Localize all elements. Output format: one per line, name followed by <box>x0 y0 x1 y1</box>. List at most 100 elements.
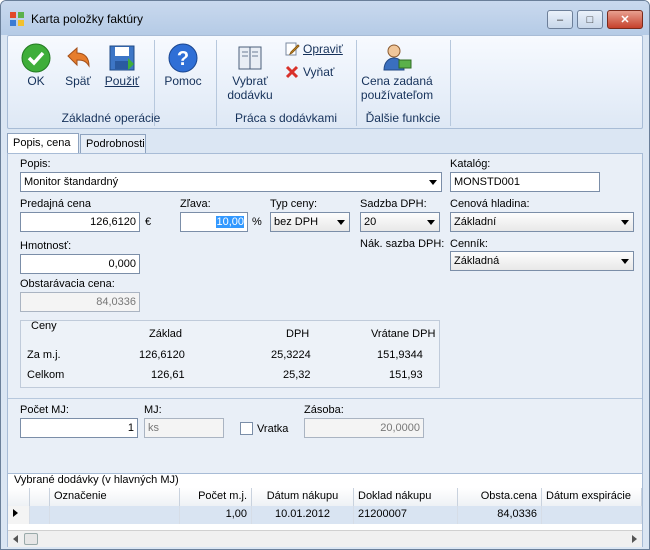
col-pocet[interactable]: Počet m.j. <box>180 488 252 506</box>
vybrat-label-1: Vybrať <box>232 74 268 88</box>
zasoba-field: 20,0000 <box>304 418 424 438</box>
pomoc-button[interactable]: ? Pomoc <box>160 42 206 88</box>
group-praca: Práca s dodávkami <box>234 111 338 125</box>
popis-label: Popis: <box>20 158 51 170</box>
app-icon <box>10 12 24 26</box>
pouzit-button[interactable]: Použiť <box>100 42 144 88</box>
cennik-select[interactable]: Základná <box>450 251 634 271</box>
cennik-value: Základná <box>454 255 500 267</box>
katalog-label: Katalóg: <box>450 158 491 170</box>
undo-arrow-icon <box>67 46 90 68</box>
za-mj-dph: 25,3224 <box>271 349 311 361</box>
nak-sadzba-label: Nák. sazba DPH: <box>360 238 445 250</box>
sadzba-select[interactable]: 20 <box>360 212 440 232</box>
scroll-thumb[interactable] <box>24 533 38 545</box>
cena-label-1: Cena zadaná <box>361 74 433 88</box>
check-icon <box>21 43 51 73</box>
dialog-window: Karta položky faktúry – □ ✕ OK Späť Použ… <box>0 0 650 550</box>
vyniat-button[interactable]: Vyňať <box>284 64 334 80</box>
popis-value: Monitor štandardný <box>24 176 119 188</box>
vyniat-label: Vyňať <box>303 65 335 79</box>
svg-text:?: ? <box>177 48 189 70</box>
save-disk-icon <box>109 45 135 71</box>
currency-label: € <box>145 216 152 228</box>
maximize-button[interactable]: □ <box>577 10 603 29</box>
spat-button[interactable]: Späť <box>58 42 98 88</box>
grid-header-blank <box>30 488 50 506</box>
opravit-label: Opraviť <box>303 42 343 56</box>
row-za-mj-label: Za m.j. <box>27 349 61 361</box>
ribbon-toolbar: OK Späť Použiť ? Pomoc Základné operácie… <box>7 35 643 129</box>
row-celkom-label: Celkom <box>27 369 65 381</box>
ok-label: OK <box>27 74 45 88</box>
row-pointer-icon <box>13 509 18 517</box>
zlava-field[interactable]: 10,00 <box>180 212 248 232</box>
zasoba-label: Zásoba: <box>304 404 344 416</box>
ceny-title: Ceny <box>31 320 57 332</box>
col-obsta-cena[interactable]: Obsta.cena <box>458 488 542 506</box>
popis-field[interactable]: Monitor štandardný <box>20 172 442 192</box>
sadzba-value: 20 <box>364 216 377 228</box>
mj-field: ks <box>144 418 224 438</box>
grid-cell[interactable] <box>30 506 50 524</box>
predajna-cena-field[interactable]: 126,6120 <box>20 212 140 232</box>
col-oznacenie[interactable]: Označenie <box>50 488 180 506</box>
horizontal-scrollbar[interactable] <box>8 530 642 547</box>
typ-ceny-value: bez DPH <box>274 216 319 228</box>
cell-obsta-cena[interactable]: 84,0336 <box>458 506 542 524</box>
ok-button[interactable]: OK <box>14 42 58 88</box>
chevron-down-icon <box>427 220 435 225</box>
cell-datum-exspiracie[interactable] <box>542 506 642 524</box>
hladina-value: Základní <box>454 216 497 228</box>
celkom-zaklad: 126,61 <box>151 369 185 381</box>
user-price-icon <box>383 44 412 71</box>
title-bar: Karta položky faktúry – □ ✕ <box>1 1 649 35</box>
cennik-label: Cenník: <box>450 238 488 250</box>
pouzit-label: Použiť <box>104 74 140 88</box>
ceny-groupbox: Ceny Základ DPH Vrátane DPH Za m.j. 126,… <box>20 320 440 388</box>
typ-ceny-select[interactable]: bez DPH <box>270 212 350 232</box>
cena-zadana-button[interactable]: Cena zadaná používateľom <box>352 42 442 102</box>
col-datum-nakupu[interactable]: Dátum nákupu <box>252 488 354 506</box>
vratka-checkbox[interactable] <box>240 422 253 435</box>
hladina-select[interactable]: Základní <box>450 212 634 232</box>
divider <box>8 398 642 399</box>
pomoc-label: Pomoc <box>164 74 202 88</box>
grid-title: Vybrané dodávky (v hlavných MJ) <box>14 474 179 486</box>
mj-label: MJ: <box>144 404 162 416</box>
book-icon <box>238 46 262 70</box>
cell-doklad[interactable]: 21200007 <box>354 506 458 524</box>
za-mj-vratane: 151,9344 <box>377 349 423 361</box>
window-title: Karta položky faktúry <box>31 12 144 26</box>
col-vratane: Vrátane DPH <box>371 328 436 340</box>
minimize-button[interactable]: – <box>547 10 573 29</box>
ribbon-separator <box>450 40 451 126</box>
col-doklad[interactable]: Doklad nákupu <box>354 488 458 506</box>
percent-label: % <box>252 216 262 228</box>
chevron-down-icon <box>429 180 437 185</box>
tab-podrobnosti[interactable]: Podrobnosti <box>80 134 146 154</box>
katalog-field[interactable]: MONSTD001 <box>450 172 600 192</box>
scroll-right-icon[interactable] <box>629 534 639 544</box>
close-button[interactable]: ✕ <box>607 10 643 29</box>
predajna-label: Predajná cena <box>20 198 91 210</box>
cell-pocet[interactable]: 1,00 <box>180 506 252 524</box>
delete-x-icon <box>285 65 299 79</box>
tab-popis-cena[interactable]: Popis, cena <box>7 133 79 154</box>
hmotnost-field[interactable]: 0,000 <box>20 254 140 274</box>
sadzba-label: Sadzba DPH: <box>360 198 427 210</box>
vybrat-dodavku-button[interactable]: Vybrať dodávku <box>222 42 278 102</box>
hmotnost-label: Hmotnosť: <box>20 240 72 252</box>
celkom-vratane: 151,93 <box>389 369 423 381</box>
cell-oznacenie[interactable] <box>50 506 180 524</box>
col-datum-exspiracie[interactable]: Dátum exspirácie <box>542 488 642 506</box>
pocet-mj-field[interactable]: 1 <box>20 418 138 438</box>
typ-ceny-label: Typ ceny: <box>270 198 318 210</box>
vybrat-label-2: dodávku <box>227 88 273 102</box>
cell-datum-nakupu[interactable]: 10.01.2012 <box>252 506 354 524</box>
scroll-left-icon[interactable] <box>11 534 21 544</box>
chevron-down-icon <box>621 220 629 225</box>
zlava-label: Zľava: <box>180 198 211 210</box>
row-indicator[interactable] <box>8 506 30 524</box>
opravit-button[interactable]: Opraviť <box>284 41 343 57</box>
